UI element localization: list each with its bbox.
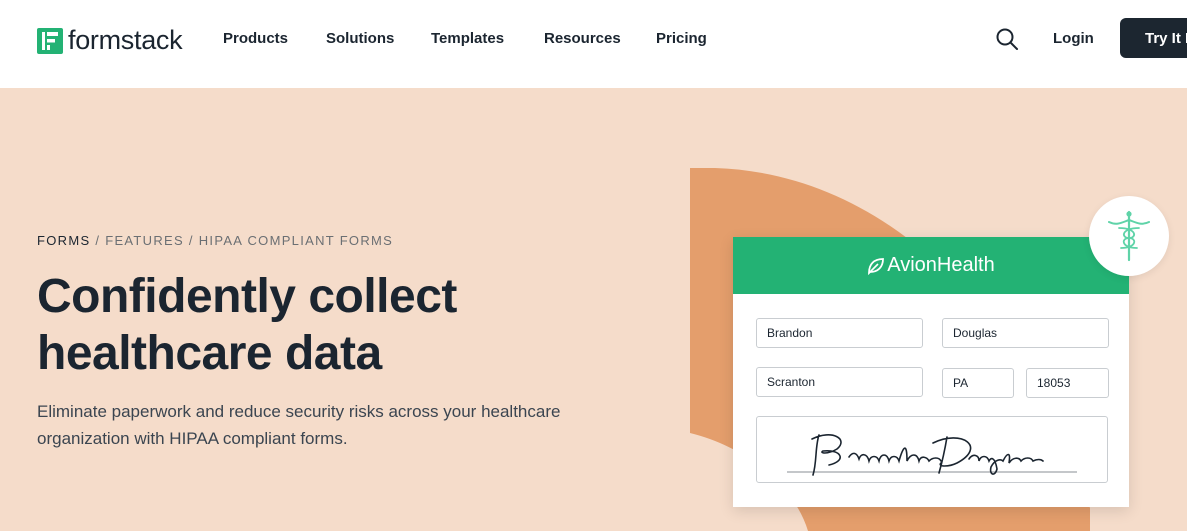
login-link[interactable]: Login — [1053, 30, 1094, 47]
try-it-free-button[interactable]: Try It Free — [1120, 18, 1187, 58]
zip-field[interactable]: 18053 — [1026, 368, 1109, 398]
breadcrumb-forms[interactable]: FORMS — [37, 233, 90, 248]
first-name-field[interactable]: Brandon — [756, 318, 923, 348]
caduceus-icon — [1108, 210, 1150, 262]
patient-form-card: AvionHealth Brandon Douglas Scranton PA … — [733, 237, 1129, 507]
formstack-logo[interactable]: formstack — [37, 25, 183, 56]
nav-products[interactable]: Products — [223, 30, 288, 47]
logo-text: formstack — [68, 25, 183, 55]
leaf-icon — [868, 257, 885, 275]
breadcrumb-current: HIPAA COMPLIANT FORMS — [198, 233, 394, 248]
medical-badge — [1089, 196, 1169, 276]
nav-templates[interactable]: Templates — [431, 30, 504, 47]
formstack-logo-icon — [37, 27, 63, 54]
breadcrumb-separator: / — [183, 233, 199, 248]
form-header: AvionHealth — [733, 237, 1129, 294]
state-field[interactable]: PA — [942, 368, 1014, 398]
breadcrumb: FORMS / FEATURES / HIPAA COMPLIANT FORMS — [37, 233, 393, 248]
signature-field[interactable] — [756, 416, 1108, 483]
search-icon[interactable] — [995, 27, 1019, 51]
city-field[interactable]: Scranton — [756, 367, 923, 397]
nav-pricing[interactable]: Pricing — [656, 30, 707, 47]
top-navigation: formstack Products Solutions Templates R… — [0, 0, 1187, 88]
hero-subtitle: Eliminate paperwork and reduce security … — [37, 402, 561, 448]
hero-title: Confidently collect healthcare data — [37, 270, 457, 380]
nav-resources[interactable]: Resources — [544, 30, 621, 47]
breadcrumb-separator: / — [90, 233, 106, 248]
signature-image — [787, 434, 1077, 476]
nav-solutions[interactable]: Solutions — [326, 30, 394, 47]
last-name-field[interactable]: Douglas — [942, 318, 1109, 348]
brand-name: AvionHealth — [887, 254, 995, 276]
breadcrumb-features[interactable]: FEATURES — [105, 233, 184, 248]
